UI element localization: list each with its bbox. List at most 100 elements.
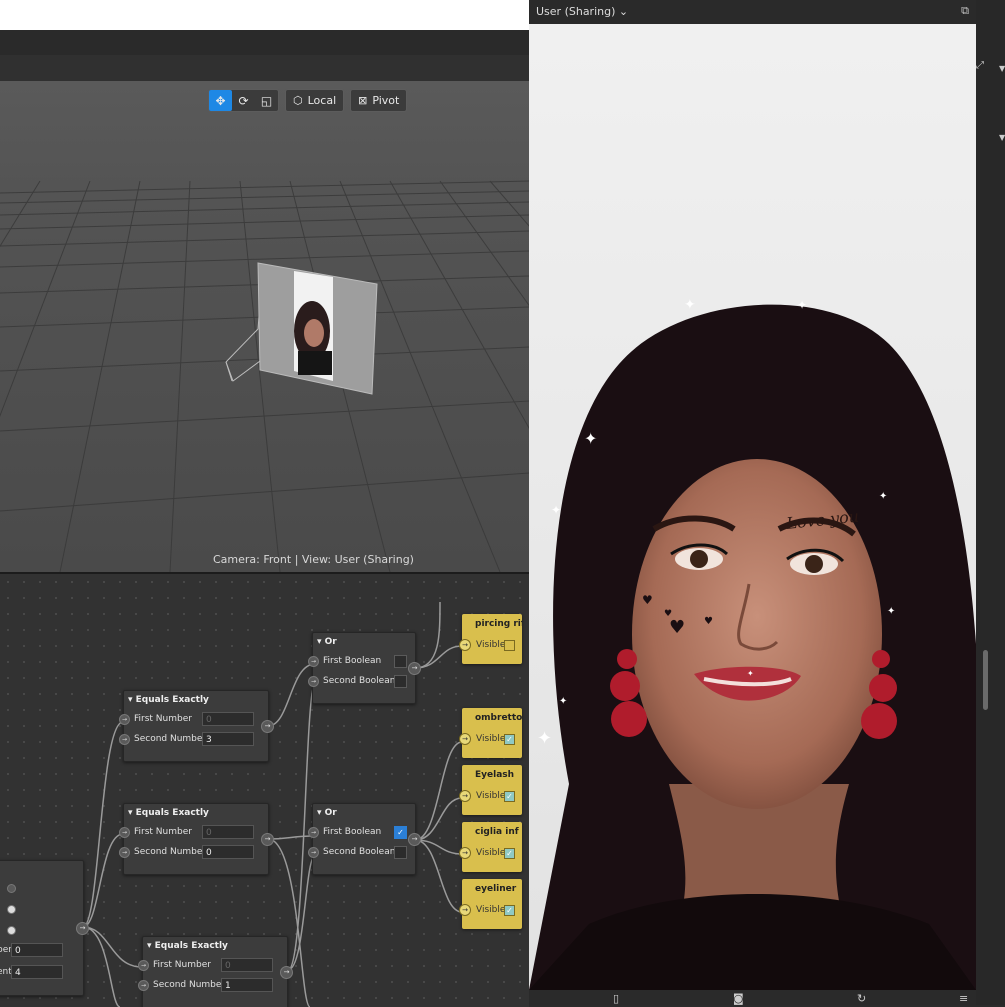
- rotate-tool-icon[interactable]: ⟳: [232, 90, 255, 111]
- node-title: ciglia inf: [475, 827, 519, 837]
- input-port[interactable]: →: [308, 675, 319, 687]
- input-port[interactable]: →: [459, 733, 471, 745]
- input-port[interactable]: →: [119, 826, 130, 838]
- number-field[interactable]: 4: [11, 965, 63, 979]
- second-boolean-checkbox[interactable]: [394, 845, 407, 859]
- or-node[interactable]: ▾ Or → First Boolean ✓ → Second Boolean →: [308, 803, 421, 875]
- second-boolean-checkbox[interactable]: [394, 674, 407, 688]
- visible-checkbox[interactable]: ✓: [504, 847, 515, 859]
- popout-icon[interactable]: ⧉: [961, 4, 969, 18]
- chevron-down-icon[interactable]: ▼: [999, 133, 1005, 142]
- visibility-node[interactable]: pircing rifless → Visible: [459, 614, 522, 664]
- visible-checkbox[interactable]: [504, 639, 515, 651]
- svg-text:✦: ✦: [747, 669, 754, 678]
- output-port[interactable]: →: [408, 833, 421, 846]
- or-node[interactable]: ▾ Or → First Boolean → Second Boolean →: [308, 632, 421, 704]
- node-title: eyeliner: [475, 884, 517, 894]
- preview-image: ♥ ♥ ♥ ♥ ✦ ✦ ✦ ✦ ✦ ✦ ✦ ✦ ✦ Love you: [529, 24, 976, 990]
- input-port[interactable]: →: [459, 847, 471, 859]
- output-port[interactable]: →: [76, 922, 89, 935]
- visible-checkbox[interactable]: ✓: [504, 733, 515, 745]
- svg-text:✦: ✦: [559, 696, 567, 707]
- local-toggle-button[interactable]: ⬡ Local: [285, 89, 345, 112]
- visibility-node[interactable]: eyeliner → Visible ✓: [459, 879, 522, 929]
- input-port[interactable]: →: [138, 959, 149, 971]
- port-dot[interactable]: [7, 926, 16, 935]
- svg-text:✦: ✦: [797, 298, 807, 312]
- visibility-node[interactable]: ciglia inf → Visible ✓: [459, 822, 522, 872]
- restart-icon[interactable]: ↻: [857, 992, 866, 1005]
- row-label: ent: [0, 967, 12, 977]
- input-label: First Boolean: [323, 656, 382, 666]
- input-port[interactable]: →: [459, 790, 471, 802]
- device-icon[interactable]: ▯: [613, 992, 619, 1005]
- input-port[interactable]: →: [119, 846, 130, 858]
- output-port[interactable]: →: [261, 833, 274, 846]
- input-port[interactable]: →: [308, 846, 319, 858]
- camera-icon[interactable]: ◙: [733, 992, 744, 1005]
- scrollbar-thumb[interactable]: [983, 650, 988, 710]
- scene-viewport[interactable]: ✥ ⟳ ◱ ⬡ Local ⊠ Pivot Camera: Front | Vi…: [0, 81, 529, 572]
- node-title: ▾ Or: [317, 808, 337, 818]
- input-label: First Number: [134, 827, 192, 837]
- number-field[interactable]: 0: [202, 845, 254, 859]
- input-port[interactable]: →: [308, 826, 319, 838]
- visibility-node[interactable]: Eyelash → Visible ✓: [459, 765, 522, 815]
- node-title: ▾ Or: [317, 637, 337, 647]
- preview-panel: User (Sharing) ⌄ ⧉ ♥ ♥ ♥ ♥ ✦ ✦ ✦ ✦ ✦ ✦ ✦…: [529, 0, 976, 1005]
- input-port[interactable]: →: [119, 733, 130, 745]
- visible-checkbox[interactable]: ✓: [504, 790, 515, 802]
- viewport-toolbar-bar: [0, 55, 529, 82]
- preview-device-selector[interactable]: User (Sharing) ⌄: [536, 5, 628, 18]
- first-boolean-checkbox[interactable]: ✓: [394, 825, 407, 839]
- preview-camera-feed[interactable]: ♥ ♥ ♥ ♥ ✦ ✦ ✦ ✦ ✦ ✦ ✦ ✦ ✦ Love you: [529, 24, 976, 990]
- svg-text:✦: ✦: [887, 606, 895, 617]
- visible-label: Visible: [476, 791, 506, 801]
- input-port[interactable]: →: [459, 639, 471, 651]
- visible-checkbox[interactable]: ✓: [504, 904, 515, 916]
- node-title: Eyelash: [475, 770, 515, 780]
- visibility-node[interactable]: ombretto → Visible ✓: [459, 708, 522, 758]
- svg-text:✦: ✦: [551, 503, 561, 517]
- port-dot[interactable]: [7, 884, 16, 893]
- input-label: First Number: [153, 960, 211, 970]
- expand-icon[interactable]: ⤢: [976, 60, 984, 71]
- input-port[interactable]: →: [459, 904, 471, 916]
- input-port[interactable]: →: [308, 655, 319, 667]
- equals-exactly-node[interactable]: ▾ Equals Exactly → First Number 0 → Second …: [138, 936, 293, 1007]
- first-boolean-checkbox[interactable]: [394, 654, 407, 668]
- chevron-down-icon[interactable]: ▼: [999, 64, 1005, 73]
- preview-footer: ▯ ◙ ↻ ≡: [529, 990, 976, 1005]
- number-field[interactable]: 1: [221, 978, 273, 992]
- input-label: Second Boolean: [323, 847, 396, 857]
- menu-icon[interactable]: ≡: [959, 992, 968, 1005]
- port-dot[interactable]: [7, 905, 16, 914]
- local-label: Local: [307, 94, 337, 107]
- output-port[interactable]: →: [280, 966, 293, 979]
- equals-exactly-node[interactable]: ▾ Equals Exactly → First Number 0 → Second …: [119, 690, 274, 762]
- source-node[interactable]: ber 0 ent 4 →: [0, 860, 89, 996]
- number-field[interactable]: 0: [11, 943, 63, 957]
- output-port[interactable]: →: [261, 720, 274, 733]
- pivot-label: Pivot: [372, 94, 400, 107]
- number-field[interactable]: 0: [221, 958, 273, 972]
- number-field[interactable]: 0: [202, 712, 254, 726]
- equals-exactly-node[interactable]: ▾ Equals Exactly → First Number 0 → Second …: [119, 803, 274, 875]
- viewport-status: Camera: Front | View: User (Sharing): [213, 553, 414, 566]
- input-label: First Boolean: [323, 827, 382, 837]
- number-field[interactable]: 0: [202, 825, 254, 839]
- cube-icon: ⬡: [293, 94, 303, 107]
- visible-label: Visible: [476, 848, 506, 858]
- input-label: Second Number: [134, 734, 207, 744]
- input-port[interactable]: →: [138, 979, 149, 991]
- output-port[interactable]: →: [408, 662, 421, 675]
- number-field[interactable]: 3: [202, 732, 254, 746]
- visible-label: Visible: [476, 640, 506, 650]
- transform-toolbar: ✥ ⟳ ◱ ⬡ Local ⊠ Pivot: [208, 89, 408, 112]
- input-port[interactable]: →: [119, 713, 130, 725]
- move-tool-icon[interactable]: ✥: [209, 90, 232, 111]
- pivot-toggle-button[interactable]: ⊠ Pivot: [350, 89, 408, 112]
- node-title: ▾ Equals Exactly: [147, 941, 228, 951]
- scale-tool-icon[interactable]: ◱: [255, 90, 278, 111]
- patch-editor[interactable]: ber 0 ent 4 → ▾ Equals Exactly → First Nu…: [0, 572, 529, 1007]
